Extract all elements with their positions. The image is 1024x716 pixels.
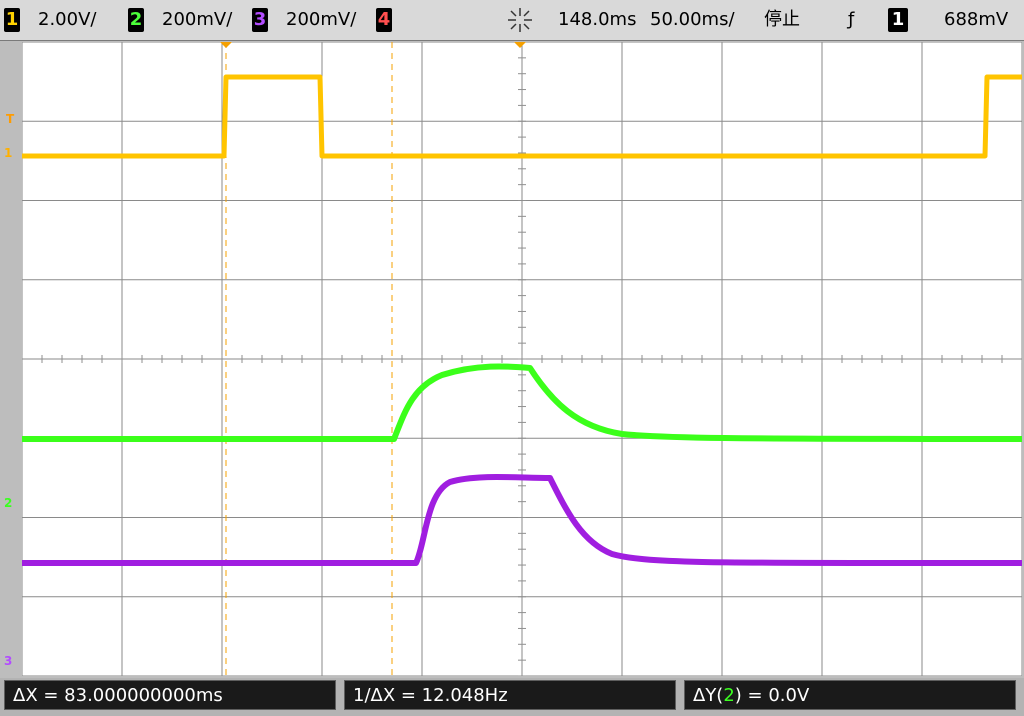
channel-1-badge[interactable]: 1 (4, 8, 20, 32)
measurement-bar: ΔX = 83.000000000ms 1/ΔX = 12.048Hz ΔY(2… (0, 678, 1024, 716)
channel-2-scale[interactable]: 200mV/ (162, 8, 232, 32)
channel-1-ground-marker[interactable]: 1 (4, 146, 12, 160)
trigger-level-marker[interactable]: T (6, 112, 14, 126)
trigger-level[interactable]: 688mV (944, 8, 1008, 32)
delta-x-readout[interactable]: ΔX = 83.000000000ms (4, 680, 336, 710)
trigger-delay[interactable]: 148.0ms (558, 8, 636, 32)
channel-1-scale[interactable]: 2.00V/ (38, 8, 96, 32)
delta-y-prefix: ΔY( (693, 685, 724, 706)
delta-y-channel: 2 (723, 685, 735, 706)
channel-3-scale[interactable]: 200mV/ (286, 8, 356, 32)
delta-y-suffix: ) = 0.0V (734, 685, 810, 706)
channel-3-badge[interactable]: 3 (252, 8, 268, 32)
waveform-graticule (22, 42, 1022, 676)
delta-y-readout[interactable]: ΔY(2) = 0.0V (684, 680, 1016, 710)
acquisition-sparkle-icon[interactable] (506, 6, 534, 34)
inverse-delta-x-readout[interactable]: 1/ΔX = 12.048Hz (344, 680, 676, 710)
delay-reference-icon (514, 42, 526, 48)
channel-3-ground-marker[interactable]: 3 (4, 654, 12, 668)
waveform-display[interactable] (22, 42, 1022, 676)
timebase-scale[interactable]: 50.00ms/ (650, 8, 735, 32)
trigger-source-badge[interactable]: 1 (888, 8, 908, 32)
oscilloscope-screen: 1 2.00V/ 2 200mV/ 3 200mV/ 4 148.0ms 50.… (0, 0, 1024, 716)
rising-edge-icon[interactable]: ƒ (848, 8, 854, 32)
run-status[interactable]: 停止 (764, 8, 800, 32)
channel-2-badge[interactable]: 2 (128, 8, 144, 32)
status-bar: 1 2.00V/ 2 200mV/ 3 200mV/ 4 148.0ms 50.… (0, 0, 1024, 41)
channel-2-ground-marker[interactable]: 2 (4, 496, 12, 510)
channel-4-badge[interactable]: 4 (376, 8, 392, 32)
